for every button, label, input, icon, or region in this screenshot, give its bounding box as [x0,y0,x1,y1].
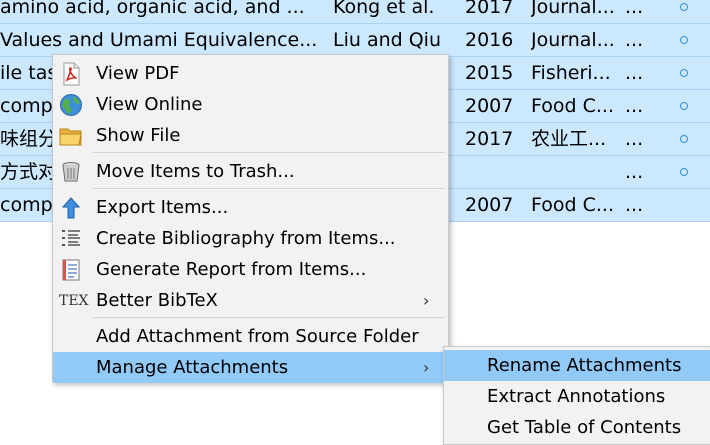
menu-separator [93,188,445,189]
attachment-dot-icon[interactable] [680,3,688,11]
cell-creator: Kong et al. [333,0,435,18]
chevron-right-icon: › [423,291,430,310]
cell-publication: 农业工... [531,128,607,150]
cell-year: 2017 [465,0,514,18]
cell-publication: Journal... [531,29,615,51]
trash-icon [59,160,83,184]
cell-publication: Fisheri... [531,62,611,84]
cell-extra: ... [625,62,644,84]
menu-item-show-file[interactable]: Show File [53,120,448,151]
submenu-item-label: Extract Annotations [487,386,666,407]
submenu-item-rename-attachments[interactable]: Rename Attachments [444,350,710,381]
menu-item-label: Show File [96,125,181,146]
attachment-dot-icon[interactable] [680,168,688,176]
manage-attachments-submenu: Rename Attachments Extract Annotations G… [443,346,710,445]
pdf-icon [59,62,83,86]
cell-year: 2016 [465,29,514,51]
chevron-right-icon: › [423,358,430,377]
menu-item-label: Generate Report from Items... [96,259,367,280]
menu-item-label: Move Items to Trash... [96,161,295,182]
cell-title: Values and Umami Equivalence... [0,29,318,51]
folder-icon [59,124,83,148]
menu-item-export-items[interactable]: Export Items... [53,192,448,223]
table-row[interactable]: amino acid, organic acid, and ... Kong e… [0,0,710,24]
menu-item-label: Add Attachment from Source Folder [96,326,419,347]
cell-extra: ... [625,95,644,117]
tex-icon: TEX [59,293,89,309]
cell-publication: Journal... [531,0,615,18]
menu-item-view-pdf[interactable]: View PDF [53,58,448,89]
menu-item-label: View Online [96,94,203,115]
submenu-item-get-table-of-contents[interactable]: Get Table of Contents [444,412,710,443]
menu-item-generate-report[interactable]: Generate Report from Items... [53,254,448,285]
cell-year: 2007 [465,95,514,117]
menu-item-manage-attachments[interactable]: Manage Attachments › [53,352,448,383]
export-arrow-icon [59,196,83,220]
context-menu: View PDF View Online Show File Move Item… [52,54,449,383]
menu-item-add-attachment-from-source-folder[interactable]: Add Attachment from Source Folder [53,321,448,352]
attachment-dot-icon[interactable] [680,36,688,44]
cell-extra: ... [625,29,644,51]
cell-title: amino acid, organic acid, and ... [0,0,305,18]
cell-extra: ... [625,161,644,183]
submenu-item-label: Rename Attachments [487,355,682,376]
bibliography-icon [59,227,83,251]
globe-icon [59,93,83,117]
cell-year: 2007 [465,194,514,216]
menu-item-label: Export Items... [96,197,229,218]
cell-extra: ... [625,128,644,150]
menu-item-move-to-trash[interactable]: Move Items to Trash... [53,156,448,187]
menu-item-better-bibtex[interactable]: TEX Better BibTeX › [53,285,448,316]
cell-publication: Food C... [531,95,614,117]
table-row[interactable]: Values and Umami Equivalence... Liu and … [0,24,710,57]
menu-item-label: Better BibTeX [96,290,218,311]
cell-extra: ... [625,0,644,18]
menu-item-label: View PDF [96,63,180,84]
cell-year: 2015 [465,62,514,84]
menu-item-create-bibliography[interactable]: Create Bibliography from Items... [53,223,448,254]
menu-item-label: Create Bibliography from Items... [96,228,396,249]
attachment-dot-icon[interactable] [680,102,688,110]
menu-separator [93,152,445,153]
cell-year: 2017 [465,128,514,150]
cell-creator: Liu and Qiu [333,29,442,51]
submenu-item-extract-annotations[interactable]: Extract Annotations [444,381,710,412]
submenu-item-label: Get Table of Contents [487,417,682,438]
report-icon [59,258,83,282]
menu-item-label: Manage Attachments [96,357,289,378]
attachment-dot-icon[interactable] [680,69,688,77]
menu-separator [93,317,445,318]
menu-item-view-online[interactable]: View Online [53,89,448,120]
cell-publication: Food C... [531,194,614,216]
cell-extra: ... [625,194,644,216]
attachment-dot-icon[interactable] [680,135,688,143]
